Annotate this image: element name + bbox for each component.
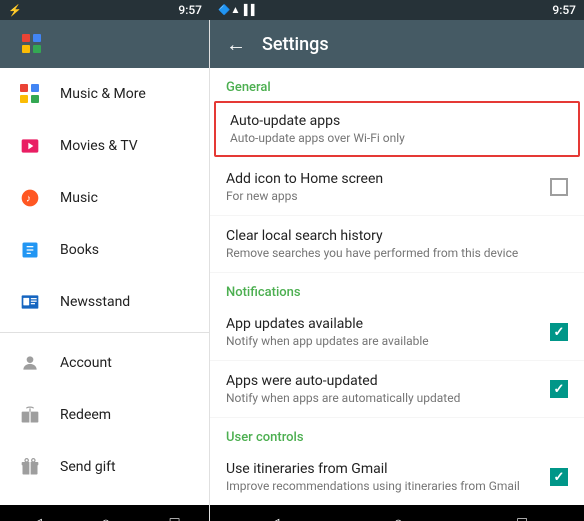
- clear-history-title: Clear local search history: [226, 228, 568, 244]
- user-controls-section-label: User controls: [210, 418, 584, 449]
- app-wrapper: ⚡ 9:57 🔷▲▐▐ 9:57: [0, 0, 584, 521]
- clear-history-text: Clear local search history Remove search…: [226, 228, 568, 260]
- add-icon-title: Add icon to Home screen: [226, 171, 542, 187]
- back-button-left[interactable]: ◁: [10, 510, 62, 521]
- itineraries-text: Use itineraries from Gmail Improve recom…: [226, 461, 542, 493]
- play-store-logo: [16, 28, 48, 60]
- sidebar-item-account[interactable]: Account: [0, 337, 209, 389]
- books-icon: [16, 236, 44, 264]
- home-button-right[interactable]: ○: [373, 509, 423, 521]
- back-button-right[interactable]: ◁: [247, 510, 299, 521]
- sidebar-item-books[interactable]: Books: [0, 224, 209, 276]
- sidebar-item-music-more[interactable]: Music & More: [0, 68, 209, 120]
- sidebar-item-music[interactable]: ♪ Music: [0, 172, 209, 224]
- general-section-label: General: [210, 68, 584, 99]
- app-updates-checkbox[interactable]: [550, 323, 568, 341]
- bottom-nav-right: ◁ ○ □: [210, 505, 584, 521]
- status-time-right: 9:57: [552, 3, 576, 17]
- add-icon-checkbox[interactable]: [550, 178, 568, 196]
- settings-item-add-icon[interactable]: Add icon to Home screen For new apps: [210, 159, 584, 216]
- send-gift-icon: [16, 453, 44, 481]
- status-bluetooth-left: ⚡: [8, 4, 22, 17]
- auto-update-text: Auto-update apps Auto-update apps over W…: [230, 113, 564, 145]
- itineraries-subtitle: Improve recommendations using itinerarie…: [226, 479, 542, 493]
- newsstand-icon: [16, 288, 44, 316]
- sidebar-item-send-gift[interactable]: Send gift: [0, 441, 209, 493]
- settings-header: ← Settings: [210, 20, 584, 68]
- recent-button-left[interactable]: □: [150, 509, 200, 521]
- add-icon-subtitle: For new apps: [226, 189, 542, 203]
- apps-auto-text: Apps were auto-updated Notify when apps …: [226, 373, 542, 405]
- nav-divider-1: [0, 332, 209, 333]
- sidebar-item-newsstand[interactable]: Newsstand: [0, 276, 209, 328]
- right-panel: ← Settings General Auto-update apps Auto…: [210, 20, 584, 521]
- movies-icon: [16, 132, 44, 160]
- recent-button-right[interactable]: □: [497, 509, 547, 521]
- itineraries-checkbox[interactable]: [550, 468, 568, 486]
- apps-auto-checkbox[interactable]: [550, 380, 568, 398]
- sidebar-label-movies: Movies & TV: [60, 138, 138, 154]
- music-more-icon: [16, 80, 44, 108]
- sidebar-label-music-more: Music & More: [60, 86, 146, 102]
- app-updates-subtitle: Notify when app updates are available: [226, 334, 542, 348]
- sidebar-item-wishlist[interactable]: Wishlist: [0, 493, 209, 505]
- sidebar-label-newsstand: Newsstand: [60, 294, 130, 310]
- nav-items-list: Music & More Movies & TV ♪ Music: [0, 68, 209, 505]
- status-icons-right: 🔷▲▐▐: [218, 5, 255, 16]
- status-bar-left: ⚡ 9:57: [0, 0, 210, 20]
- app-updates-text: App updates available Notify when app up…: [226, 316, 542, 348]
- sidebar-label-books: Books: [60, 242, 99, 258]
- panels-wrapper: Music & More Movies & TV ♪ Music: [0, 20, 584, 521]
- sidebar-label-redeem: Redeem: [60, 407, 111, 423]
- redeem-icon: [16, 401, 44, 429]
- status-bar-right: 🔷▲▐▐ 9:57: [210, 0, 584, 20]
- sidebar-label-account: Account: [60, 355, 112, 371]
- settings-item-clear-history[interactable]: Clear local search history Remove search…: [210, 216, 584, 273]
- itineraries-title: Use itineraries from Gmail: [226, 461, 542, 477]
- clear-history-subtitle: Remove searches you have performed from …: [226, 246, 568, 260]
- settings-item-apps-auto-updated[interactable]: Apps were auto-updated Notify when apps …: [210, 361, 584, 418]
- play-grid-icon: [22, 34, 42, 54]
- settings-content: General Auto-update apps Auto-update app…: [210, 68, 584, 505]
- back-arrow-button[interactable]: ←: [226, 32, 246, 57]
- music-icon: ♪: [16, 184, 44, 212]
- add-icon-text: Add icon to Home screen For new apps: [226, 171, 542, 203]
- settings-title: Settings: [262, 34, 329, 55]
- status-bar-row: ⚡ 9:57 🔷▲▐▐ 9:57: [0, 0, 584, 20]
- settings-item-app-updates[interactable]: App updates available Notify when app up…: [210, 304, 584, 361]
- auto-update-subtitle: Auto-update apps over Wi-Fi only: [230, 131, 564, 145]
- svg-text:♪: ♪: [26, 193, 31, 204]
- sidebar-item-redeem[interactable]: Redeem: [0, 389, 209, 441]
- bottom-nav-left: ◁ ○ □: [0, 505, 209, 521]
- drawer-header: [0, 20, 209, 68]
- apps-auto-subtitle: Notify when apps are automatically updat…: [226, 391, 542, 405]
- settings-item-itineraries[interactable]: Use itineraries from Gmail Improve recom…: [210, 449, 584, 505]
- app-updates-title: App updates available: [226, 316, 542, 332]
- auto-update-title: Auto-update apps: [230, 113, 564, 129]
- notifications-section-label: Notifications: [210, 273, 584, 304]
- sidebar-label-music: Music: [60, 190, 98, 206]
- home-button-left[interactable]: ○: [81, 509, 131, 521]
- sidebar-item-movies[interactable]: Movies & TV: [0, 120, 209, 172]
- apps-auto-title: Apps were auto-updated: [226, 373, 542, 389]
- settings-item-auto-update[interactable]: Auto-update apps Auto-update apps over W…: [214, 101, 580, 157]
- account-icon: [16, 349, 44, 377]
- left-panel: Music & More Movies & TV ♪ Music: [0, 20, 210, 521]
- status-time-left: 9:57: [178, 3, 202, 17]
- sidebar-label-send-gift: Send gift: [60, 459, 116, 475]
